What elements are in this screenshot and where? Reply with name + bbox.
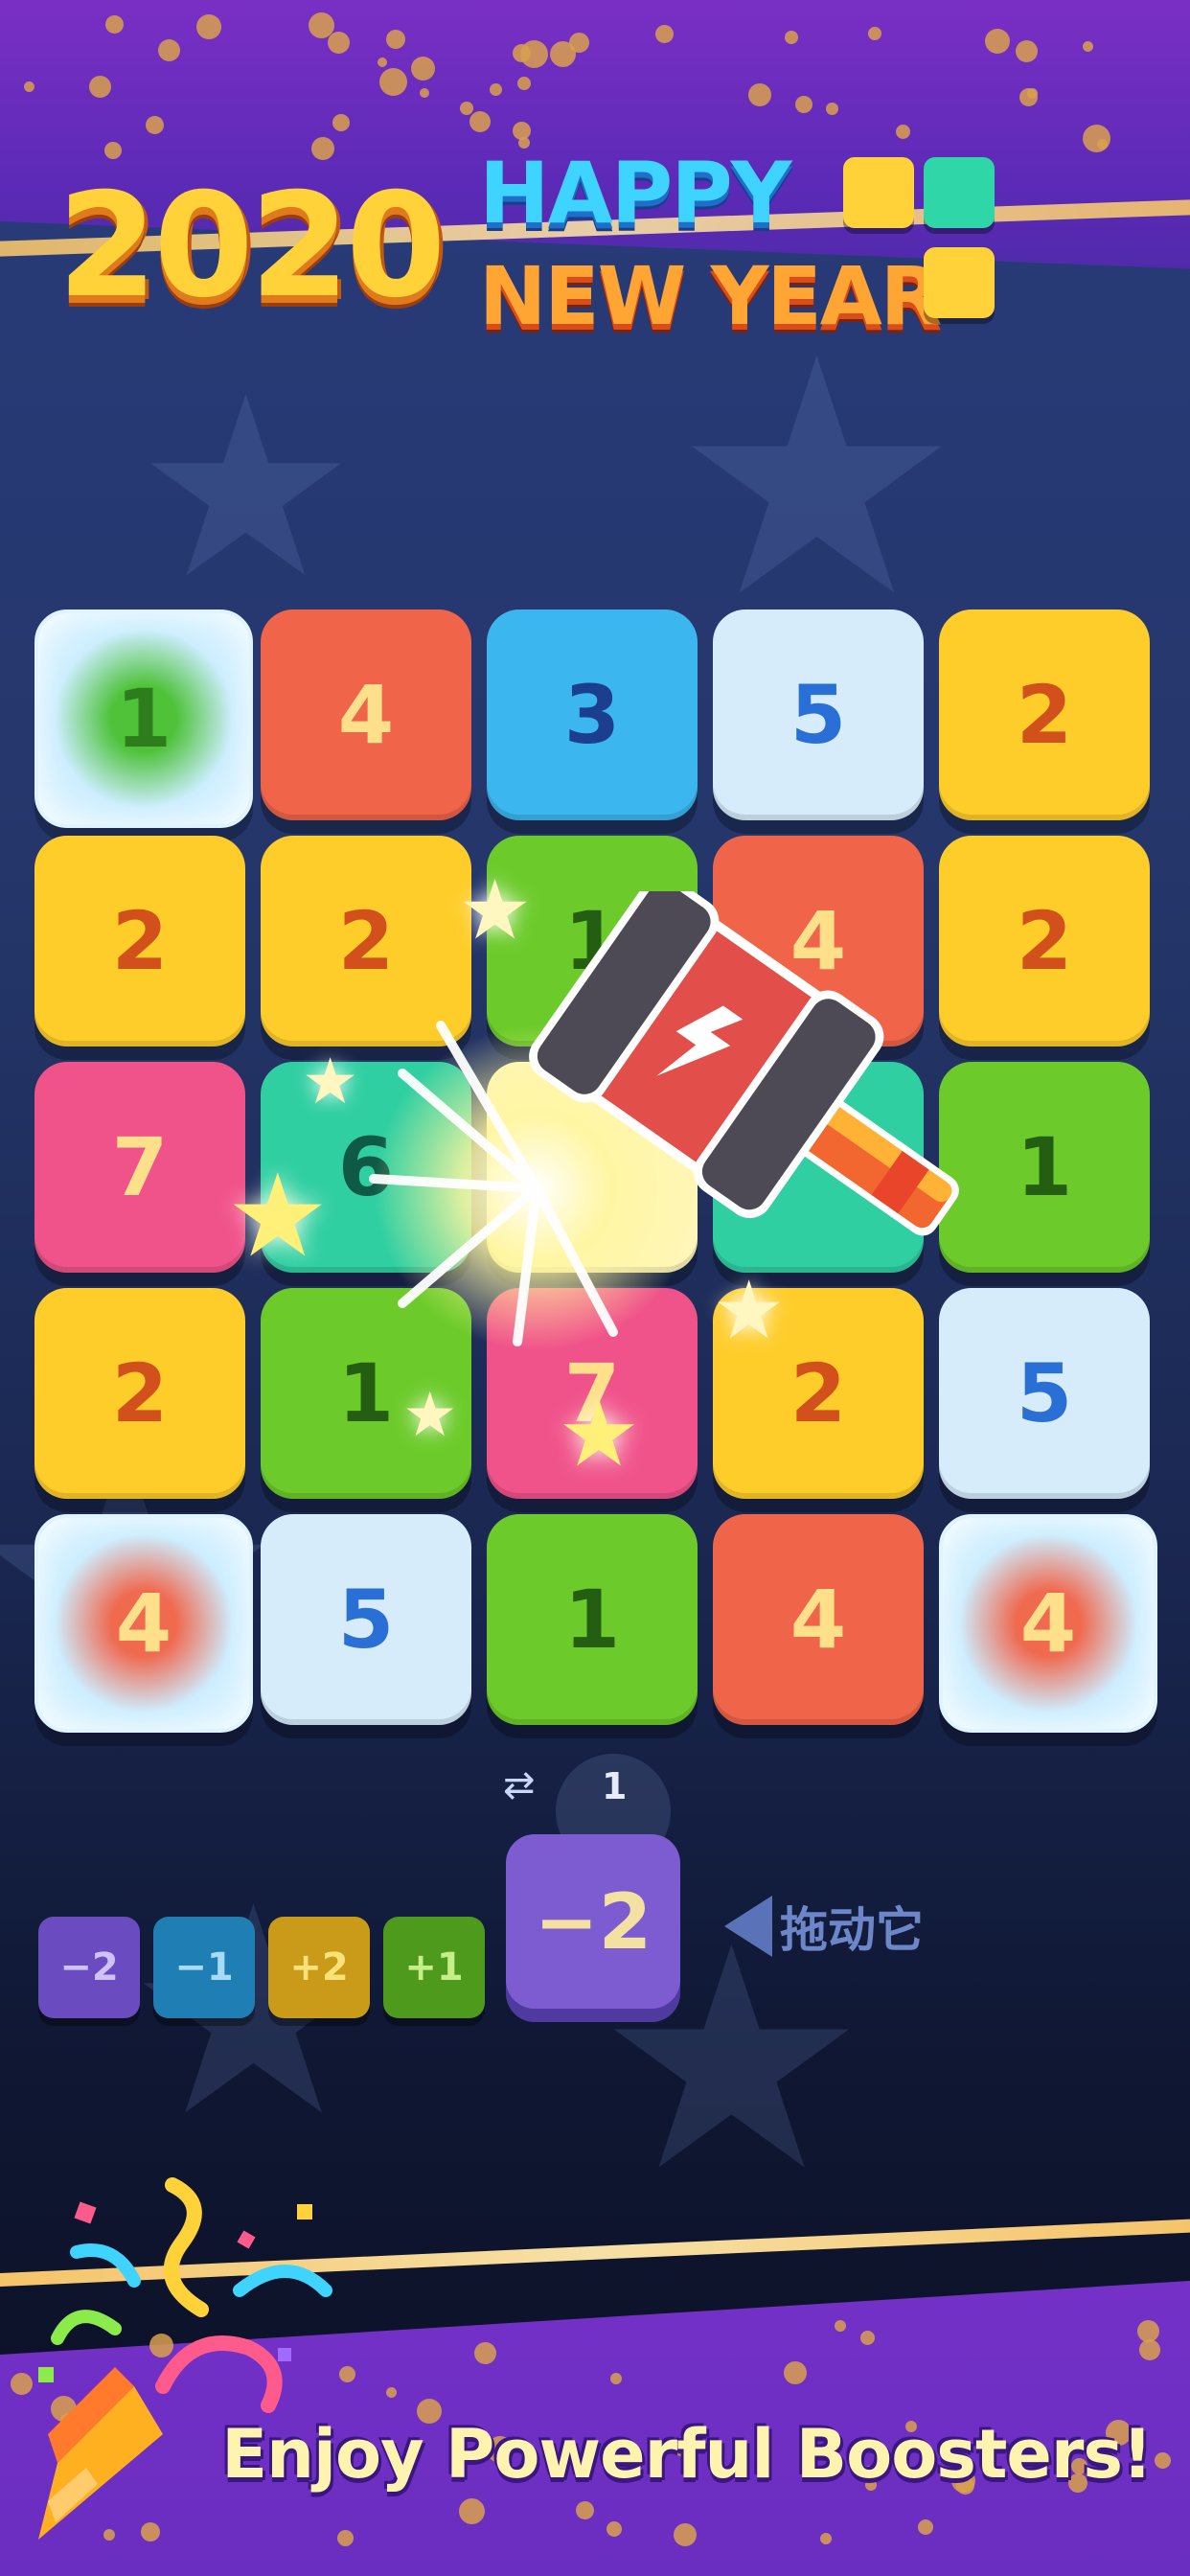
logo-square xyxy=(924,157,995,228)
confetti-dot xyxy=(386,2387,397,2398)
promo-slogan: Enjoy Powerful Boosters! xyxy=(221,2415,1153,2494)
number-tile[interactable]: 2 xyxy=(261,836,471,1046)
bg-star-icon: ★ xyxy=(671,289,963,669)
confetti-dot xyxy=(513,122,531,140)
booster-tile[interactable]: +2 xyxy=(268,1917,370,2018)
confetti-dot xyxy=(1137,2320,1159,2342)
confetti-dot xyxy=(309,12,334,38)
confetti-dot xyxy=(1139,2339,1160,2360)
confetti-dot xyxy=(378,58,387,67)
number-tile[interactable]: 2 xyxy=(34,836,245,1046)
confetti-dot xyxy=(196,14,221,39)
confetti-dot xyxy=(332,114,350,131)
confetti-dot xyxy=(655,25,674,43)
confetti-dot xyxy=(784,2361,807,2384)
confetti-dot xyxy=(158,39,180,61)
confetti-dot xyxy=(460,102,473,115)
active-booster-tile[interactable]: −2 xyxy=(506,1834,680,2009)
left-arrow-icon xyxy=(724,1896,772,1957)
confetti-dot xyxy=(459,2498,485,2524)
confetti-dot xyxy=(1083,41,1093,52)
confetti-dot xyxy=(420,88,429,98)
confetti-dot xyxy=(89,76,111,98)
confetti-dot xyxy=(606,2521,622,2537)
confetti-dot xyxy=(1016,40,1038,62)
frozen-tile[interactable]: 1 xyxy=(34,610,253,828)
number-tile[interactable]: 3 xyxy=(487,610,698,820)
confetti-dot xyxy=(674,2523,697,2546)
number-tile[interactable]: 4 xyxy=(261,610,471,820)
number-tile[interactable]: 7 xyxy=(34,1062,245,1273)
swap-arrows-icon: ⇄ xyxy=(503,1763,536,1807)
new-year-logo: 2020 HAPPY NEW YEAR xyxy=(57,144,1035,364)
drag-hint: 拖动它 xyxy=(724,1893,924,1960)
confetti-dot xyxy=(896,125,910,139)
confetti-dot xyxy=(868,27,881,40)
sparkle-star-icon: ★ xyxy=(302,1045,359,1118)
confetti-dot xyxy=(490,83,502,96)
confetti-dot xyxy=(328,32,350,54)
sparkle-star-icon: ★ xyxy=(713,1263,786,1357)
swap-count: 1 xyxy=(602,1765,628,1807)
logo-square xyxy=(843,157,914,228)
booster-tile[interactable]: −1 xyxy=(153,1917,255,2018)
confetti-dot xyxy=(411,57,435,80)
confetti-dot xyxy=(576,2501,594,2519)
logo-happy: HAPPY xyxy=(479,144,791,242)
confetti-dot xyxy=(24,81,34,92)
confetti-dot xyxy=(826,103,838,115)
swap-indicator[interactable]: ⇄ 1 xyxy=(498,1754,690,1869)
sparkle-star-icon: ★ xyxy=(558,1380,641,1487)
confetti-dot xyxy=(474,2342,496,2364)
confetti-dot xyxy=(379,68,407,96)
confetti-dot xyxy=(1019,88,1038,106)
sparkle-star-icon: ★ xyxy=(402,1380,458,1451)
number-tile[interactable]: 2 xyxy=(939,610,1150,820)
confetti-dot xyxy=(985,29,1010,54)
booster-tile[interactable]: −2 xyxy=(38,1917,140,2018)
confetti-dot xyxy=(820,2533,832,2544)
booster-tile[interactable]: +1 xyxy=(383,1917,485,2018)
confetti-dot xyxy=(105,15,124,34)
number-tile[interactable]: 1 xyxy=(487,1514,698,1725)
confetti-dot xyxy=(835,2320,846,2332)
confetti-dot xyxy=(513,44,531,62)
frozen-tile[interactable]: 4 xyxy=(939,1514,1157,1733)
confetti-dot xyxy=(1083,125,1110,152)
confetti-dot xyxy=(918,2519,933,2535)
hammer-booster-icon xyxy=(529,891,959,1236)
confetti-dot xyxy=(785,31,798,44)
party-popper-icon xyxy=(38,2177,332,2540)
confetti-dot xyxy=(146,116,164,134)
confetti-dot xyxy=(795,96,812,113)
frozen-tile[interactable]: 4 xyxy=(34,1514,253,1733)
confetti-dot xyxy=(748,83,771,106)
bg-star-icon: ★ xyxy=(134,344,358,633)
number-tile[interactable]: 5 xyxy=(261,1514,471,1725)
confetti-dot xyxy=(469,111,491,132)
number-tile[interactable]: 4 xyxy=(713,1514,924,1725)
number-tile[interactable]: 5 xyxy=(713,610,924,820)
logo-square xyxy=(924,247,995,318)
logo-new-year: NEW YEAR xyxy=(479,249,942,343)
logo-year: 2020 xyxy=(57,163,446,330)
number-tile[interactable]: 2 xyxy=(34,1288,245,1499)
drag-hint-text: 拖动它 xyxy=(780,1902,924,1958)
confetti-dot xyxy=(610,2373,622,2384)
confetti-dot xyxy=(550,41,576,67)
confetti-dot xyxy=(860,2331,875,2345)
confetti-dot xyxy=(1155,2452,1171,2469)
confetti-dot xyxy=(517,77,531,90)
confetti-dot xyxy=(386,30,405,49)
number-tile[interactable]: 5 xyxy=(939,1288,1150,1499)
sparkle-star-icon: ★ xyxy=(226,1150,330,1283)
